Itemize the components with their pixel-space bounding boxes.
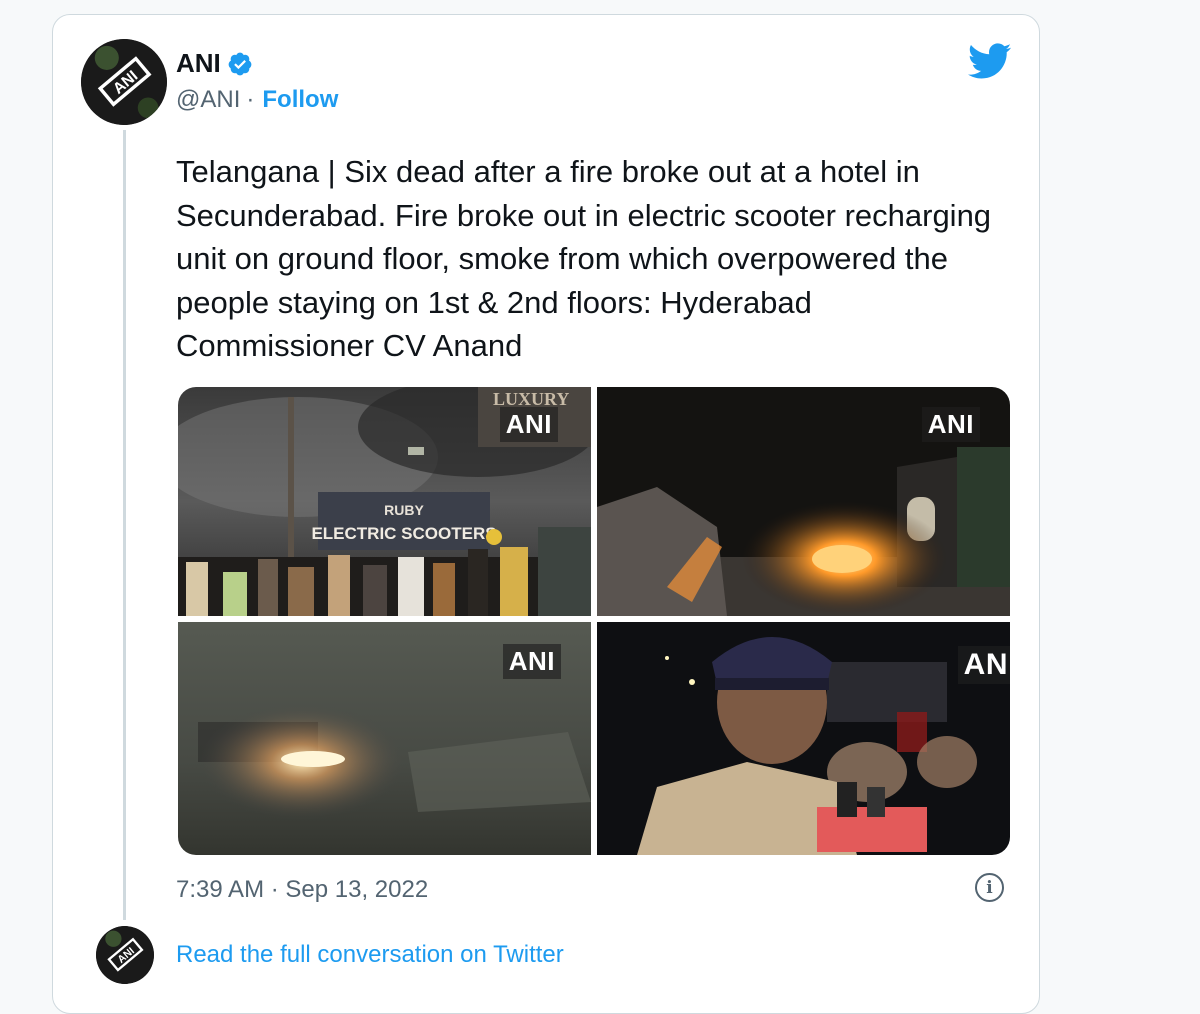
luxury-sign-text: LUXURY (493, 389, 569, 409)
thread-line (123, 130, 126, 920)
handle-row: @ANI · Follow (176, 86, 338, 114)
electric-scooters-sign-text: ELECTRIC SCOOTERS (311, 524, 496, 543)
media-photo-1[interactable]: LUXURY RUBY ELECTRIC SCOOTERS ANI (178, 387, 591, 616)
ani-watermark: ANI (921, 407, 980, 442)
author-handle[interactable]: @ANI (176, 86, 240, 114)
author-row[interactable]: ANI (176, 48, 253, 79)
author-avatar-small[interactable]: ANI (96, 926, 154, 984)
ani-watermark: ANI (502, 644, 561, 679)
follow-button[interactable]: Follow (262, 86, 338, 114)
ani-logo-icon: ANI (96, 926, 154, 984)
commissioner-interview-photo (597, 622, 1010, 855)
tweet-timestamp[interactable]: 7:39 AM · Sep 13, 2022 (176, 876, 428, 904)
author-name[interactable]: ANI (176, 48, 221, 79)
media-photo-2[interactable]: ANI (597, 387, 1010, 616)
tweet-text: Telangana | Six dead after a fire broke … (176, 154, 992, 363)
info-icon[interactable]: i (975, 873, 1004, 902)
media-photo-4[interactable]: AN (597, 622, 1010, 855)
media-photo-3[interactable]: ANI (178, 622, 591, 855)
ani-logo-icon: ANI (81, 39, 167, 125)
read-conversation-link[interactable]: Read the full conversation on Twitter (176, 941, 564, 969)
ani-watermark: AN (957, 646, 1010, 684)
author-avatar[interactable]: ANI (81, 39, 167, 125)
verified-badge-icon (228, 52, 252, 75)
twitter-bird-icon[interactable] (966, 42, 1012, 80)
separator-dot: · (246, 86, 255, 113)
media-grid[interactable]: LUXURY RUBY ELECTRIC SCOOTERS ANI ANI AN… (178, 387, 1010, 855)
ruby-sign-text: RUBY (384, 502, 424, 518)
ani-watermark: ANI (499, 407, 558, 442)
